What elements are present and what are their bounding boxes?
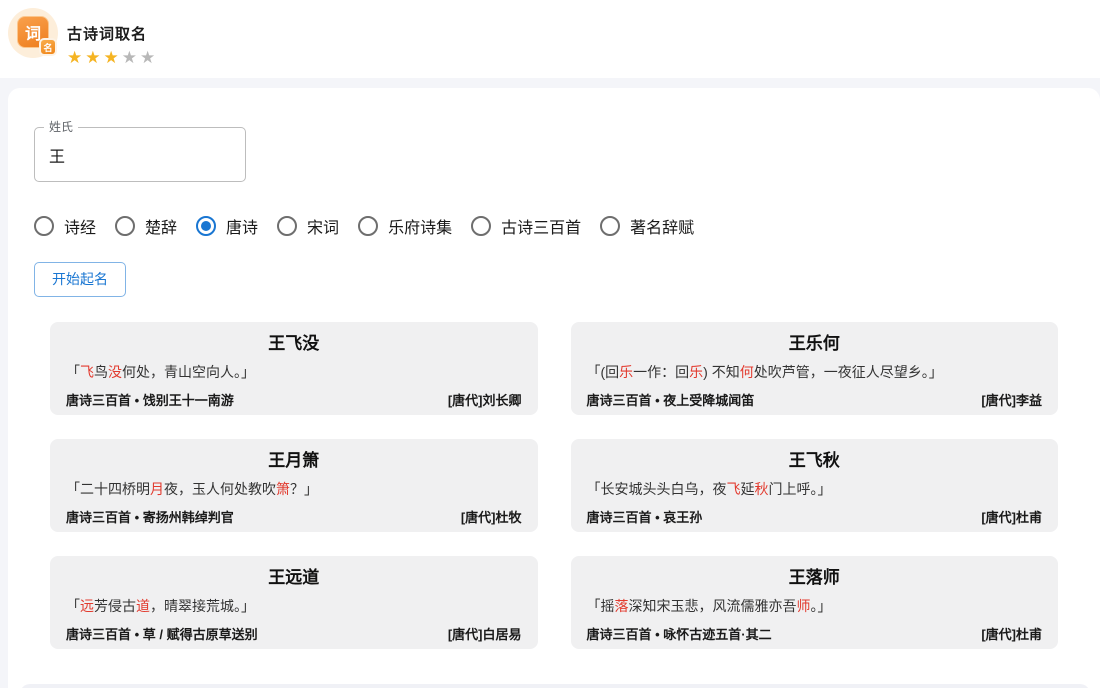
app-title: 古诗词取名: [67, 23, 158, 44]
category-radio-label: 唐诗: [226, 214, 258, 238]
result-card: 王远道 「远芳侵古道，晴翠接荒城。」 唐诗三百首 • 草 / 赋得古原草送别 […: [50, 556, 538, 649]
result-card: 王飞秋 「长安城头头白乌，夜飞延秋门上呼。」 唐诗三百首 • 哀王孙 [唐代]杜…: [571, 439, 1059, 532]
category-radio[interactable]: 著名辞赋: [600, 214, 694, 238]
result-card: 王飞没 「飞鸟没何处，青山空向人。」 唐诗三百首 • 饯别王十一南游 [唐代]刘…: [50, 322, 538, 415]
poem-quote: 「二十四桥明月夜，玉人何处教吹箫？」: [66, 480, 522, 498]
star-icon[interactable]: ★: [122, 48, 140, 67]
radio-dot-icon: [363, 221, 373, 231]
generated-name: 王远道: [66, 566, 522, 590]
category-radio[interactable]: 乐府诗集: [358, 214, 452, 238]
category-radio-label: 著名辞赋: [630, 214, 694, 238]
radio-icon: [358, 216, 378, 236]
generated-name: 王飞秋: [587, 449, 1043, 473]
card-footer: 唐诗三百首 • 饯别王十一南游 [唐代]刘长卿: [66, 390, 522, 409]
category-radio[interactable]: 楚辞: [115, 214, 177, 238]
radio-icon: [600, 216, 620, 236]
start-naming-button[interactable]: 开始起名: [34, 262, 126, 297]
surname-field: 姓氏: [34, 127, 246, 182]
next-section-partial: [20, 684, 1090, 688]
generated-name: 王飞没: [66, 332, 522, 356]
radio-icon: [115, 216, 135, 236]
header-text: 古诗词取名 ★★★★★: [67, 8, 158, 66]
poem-author: [唐代]杜甫: [981, 624, 1042, 643]
radio-icon: [277, 216, 297, 236]
main-panel: 姓氏 诗经 楚辞 唐诗 宋词 乐府诗集 古诗三百: [8, 88, 1100, 688]
poem-source: 唐诗三百首 • 哀王孙: [587, 507, 703, 526]
poem-quote: 「摇落深知宋玉悲，风流儒雅亦吾师。」: [587, 597, 1043, 615]
category-radio[interactable]: 古诗三百首: [471, 214, 581, 238]
category-radio-group: 诗经 楚辞 唐诗 宋词 乐府诗集 古诗三百首 著名辞赋: [34, 214, 1074, 238]
category-radio[interactable]: 唐诗: [196, 214, 258, 238]
app-header: 词 名 古诗词取名 ★★★★★: [0, 0, 1100, 78]
surname-input[interactable]: [35, 128, 245, 181]
poem-author: [唐代]杜牧: [461, 507, 522, 526]
generated-name: 王落师: [587, 566, 1043, 590]
star-icon[interactable]: ★: [67, 48, 85, 67]
star-icon[interactable]: ★: [104, 48, 122, 67]
radio-dot-icon: [605, 221, 615, 231]
radio-dot-icon: [201, 221, 211, 231]
poem-source: 唐诗三百首 • 寄扬州韩绰判官: [66, 507, 234, 526]
poem-author: [唐代]白居易: [448, 624, 522, 643]
poem-source: 唐诗三百首 • 夜上受降城闻笛: [587, 390, 755, 409]
poem-source: 唐诗三百首 • 饯别王十一南游: [66, 390, 234, 409]
radio-dot-icon: [476, 221, 486, 231]
radio-dot-icon: [39, 221, 49, 231]
card-footer: 唐诗三百首 • 哀王孙 [唐代]杜甫: [587, 507, 1043, 526]
card-footer: 唐诗三百首 • 寄扬州韩绰判官 [唐代]杜牧: [66, 507, 522, 526]
poem-source: 唐诗三百首 • 草 / 赋得古原草送别: [66, 624, 258, 643]
surname-field-label: 姓氏: [44, 119, 78, 136]
radio-dot-icon: [120, 221, 130, 231]
poem-quote: 「(回乐一作：回乐) 不知何处吹芦管，一夜征人尽望乡。」: [587, 363, 1043, 381]
card-footer: 唐诗三百首 • 草 / 赋得古原草送别 [唐代]白居易: [66, 624, 522, 643]
poem-quote: 「飞鸟没何处，青山空向人。」: [66, 363, 522, 381]
result-card: 王月箫 「二十四桥明月夜，玉人何处教吹箫？」 唐诗三百首 • 寄扬州韩绰判官 […: [50, 439, 538, 532]
result-card: 王乐何 「(回乐一作：回乐) 不知何处吹芦管，一夜征人尽望乡。」 唐诗三百首 •…: [571, 322, 1059, 415]
category-radio[interactable]: 诗经: [34, 214, 96, 238]
poem-author: [唐代]刘长卿: [448, 390, 522, 409]
results-grid: 王飞没 「飞鸟没何处，青山空向人。」 唐诗三百首 • 饯别王十一南游 [唐代]刘…: [50, 322, 1058, 649]
radio-icon: [196, 216, 216, 236]
card-footer: 唐诗三百首 • 咏怀古迹五首·其二 [唐代]杜甫: [587, 624, 1043, 643]
poem-author: [唐代]杜甫: [981, 507, 1042, 526]
star-icon[interactable]: ★: [140, 48, 158, 67]
radio-dot-icon: [282, 221, 292, 231]
category-radio-label: 宋词: [307, 214, 339, 238]
category-radio-label: 乐府诗集: [388, 214, 452, 238]
poem-source: 唐诗三百首 • 咏怀古迹五首·其二: [587, 624, 772, 643]
radio-icon: [471, 216, 491, 236]
category-radio-label: 诗经: [64, 214, 96, 238]
app-logo-icon: 词 名: [8, 8, 58, 58]
poem-quote: 「长安城头头白乌，夜飞延秋门上呼。」: [587, 480, 1043, 498]
logo-badge-glyph: 名: [39, 38, 57, 56]
radio-icon: [34, 216, 54, 236]
generated-name: 王月箫: [66, 449, 522, 473]
poem-author: [唐代]李益: [981, 390, 1042, 409]
poem-quote: 「远芳侵古道，晴翠接荒城。」: [66, 597, 522, 615]
result-card: 王落师 「摇落深知宋玉悲，风流儒雅亦吾师。」 唐诗三百首 • 咏怀古迹五首·其二…: [571, 556, 1059, 649]
category-radio-label: 楚辞: [145, 214, 177, 238]
category-radio-label: 古诗三百首: [501, 214, 581, 238]
category-radio[interactable]: 宋词: [277, 214, 339, 238]
star-icon[interactable]: ★: [85, 48, 103, 67]
generated-name: 王乐何: [587, 332, 1043, 356]
card-footer: 唐诗三百首 • 夜上受降城闻笛 [唐代]李益: [587, 390, 1043, 409]
rating-stars[interactable]: ★★★★★: [67, 49, 158, 66]
